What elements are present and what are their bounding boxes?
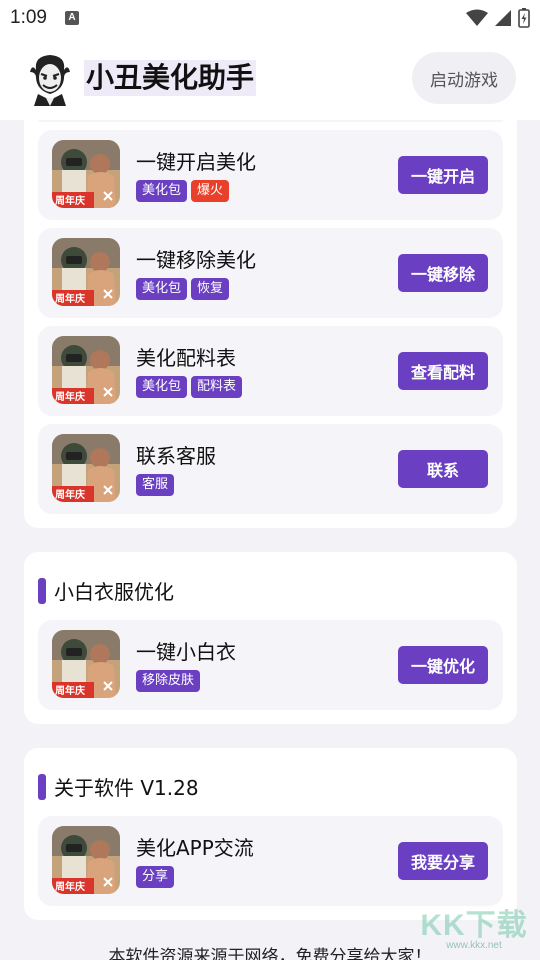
status-icons: [466, 8, 530, 28]
section-title: 关于软件 V1.28: [54, 776, 199, 800]
tag-badge: 美化包: [136, 376, 188, 398]
game-thumbnail: 周年庆: [52, 238, 120, 306]
list-item-white-clothes: 周年庆 一键小白衣 移除皮肤 一键优化: [38, 620, 503, 710]
accessibility-notification-icon: A: [64, 11, 79, 25]
item-title: 美化APP交流: [136, 836, 254, 860]
game-thumbnail: 周年庆: [52, 434, 120, 502]
list-item-ingredients: 周年庆 美化配料表 美化包 配料表 查看配料: [38, 326, 503, 416]
item-title: 联系客服: [136, 444, 216, 468]
svg-text:周年庆: 周年庆: [55, 880, 85, 893]
svg-text:周年庆: 周年庆: [55, 684, 85, 697]
item-title: 美化配料表: [136, 346, 236, 370]
svg-text:周年庆: 周年庆: [55, 292, 85, 305]
item-tags: 美化包 配料表: [136, 376, 243, 398]
section-title: 小白衣服优化: [54, 580, 174, 604]
item-tags: 移除皮肤: [136, 670, 201, 692]
section-accent-bar: [38, 773, 46, 800]
section-accent-bar: [38, 577, 46, 604]
section-header: 关于软件 V1.28: [38, 772, 199, 801]
main-features-card: 周年庆 一键开启美化 美化包 爆火 一键开启 周年庆 一键移除美化 美化包 恢复…: [24, 120, 517, 528]
svg-text:周年庆: 周年庆: [55, 390, 85, 403]
signal-icon: [495, 10, 511, 26]
start-game-button[interactable]: 启动游戏: [412, 52, 516, 104]
item-title: 一键移除美化: [136, 248, 256, 272]
item-tags: 客服: [136, 474, 175, 496]
joker-logo-icon: [28, 50, 72, 106]
tag-badge: 配料表: [191, 376, 243, 398]
item-title: 一键小白衣: [136, 640, 236, 664]
wifi-icon: [466, 9, 488, 26]
game-thumbnail: 周年庆: [52, 336, 120, 404]
site-watermark: KK下载 www.kkx.net: [414, 900, 534, 960]
status-time: 1:09: [10, 7, 47, 28]
content-scroll-area[interactable]: 周年庆 一键开启美化 美化包 爆火 一键开启 周年庆 一键移除美化 美化包 恢复…: [0, 120, 540, 960]
view-ingredients-button[interactable]: 查看配料: [398, 352, 488, 390]
remove-button[interactable]: 一键移除: [398, 254, 488, 292]
contact-button[interactable]: 联系: [398, 450, 488, 488]
enable-button[interactable]: 一键开启: [398, 156, 488, 194]
svg-text:周年庆: 周年庆: [55, 488, 85, 501]
item-tags: 美化包 爆火: [136, 180, 230, 202]
game-thumbnail: 周年庆: [52, 630, 120, 698]
list-item-contact-support: 周年庆 联系客服 客服 联系: [38, 424, 503, 514]
tag-badge: 客服: [136, 474, 175, 496]
optimize-button[interactable]: 一键优化: [398, 646, 488, 684]
white-clothes-card: 小白衣服优化 周年庆 一键小白衣 移除皮肤 一键优化: [24, 552, 517, 724]
previous-row-edge: [38, 120, 503, 122]
section-header: 小白衣服优化: [38, 576, 174, 605]
list-item-enable-beautify: 周年庆 一键开启美化 美化包 爆火 一键开启: [38, 130, 503, 220]
about-card: 关于软件 V1.28 周年庆 美化APP交流 分享 我要分享: [24, 748, 517, 920]
item-title: 一键开启美化: [136, 150, 256, 174]
status-bar: 1:09 A: [0, 0, 540, 36]
item-tags: 分享: [136, 866, 175, 888]
app-title: 小丑美化助手: [84, 60, 257, 96]
tag-badge: 恢复: [191, 278, 230, 300]
share-button[interactable]: 我要分享: [398, 842, 488, 880]
game-thumbnail: 周年庆: [52, 140, 120, 208]
tag-badge: 美化包: [136, 180, 188, 202]
watermark-url: www.kkx.net: [446, 940, 502, 951]
tag-badge: 分享: [136, 866, 175, 888]
tag-badge-hot: 爆火: [191, 180, 230, 202]
tag-badge: 美化包: [136, 278, 188, 300]
app-header: 小丑美化助手 启动游戏: [0, 36, 540, 120]
list-item-app-exchange: 周年庆 美化APP交流 分享 我要分享: [38, 816, 503, 906]
item-tags: 美化包 恢复: [136, 278, 230, 300]
watermark-logo: KK下载: [420, 909, 528, 942]
list-item-remove-beautify: 周年庆 一键移除美化 美化包 恢复 一键移除: [38, 228, 503, 318]
svg-text:周年庆: 周年庆: [55, 194, 85, 207]
tag-badge: 移除皮肤: [136, 670, 201, 692]
battery-charging-icon: [518, 8, 530, 28]
game-thumbnail: 周年庆: [52, 826, 120, 894]
